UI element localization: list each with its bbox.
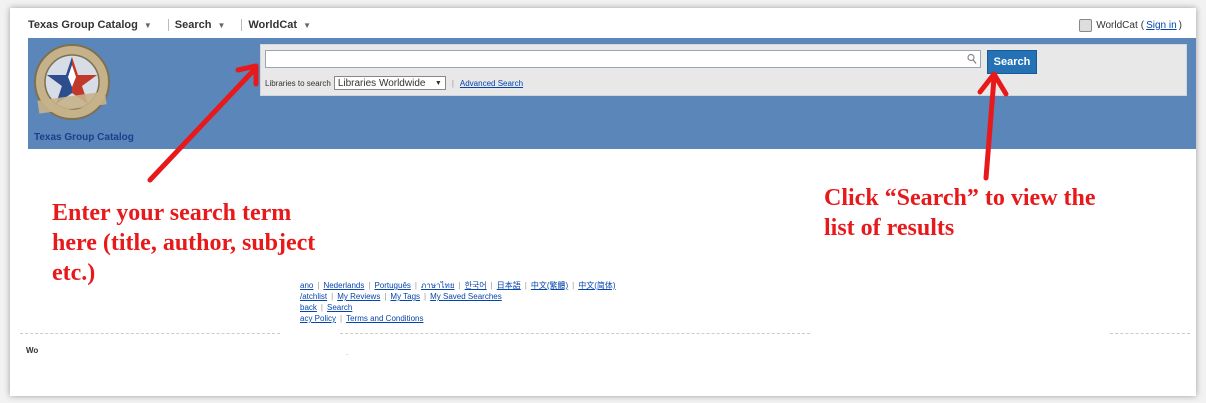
annotation-click-search: Click “Search” to view the list of resul… bbox=[824, 185, 1096, 241]
search-link[interactable]: Search bbox=[327, 303, 352, 312]
account-label: WorldCat bbox=[1096, 19, 1138, 31]
nav-catalog-label: Texas Group Catalog bbox=[28, 19, 138, 31]
worldcat-icon bbox=[1079, 18, 1093, 32]
search-button[interactable]: Search bbox=[987, 50, 1037, 74]
language-link[interactable]: Português bbox=[374, 281, 410, 290]
nav-divider bbox=[167, 19, 169, 31]
chevron-down-icon[interactable]: ▼ bbox=[303, 21, 311, 30]
footer-divider bbox=[20, 333, 280, 334]
footer-divider bbox=[1110, 333, 1190, 334]
chevron-down-icon: ▼ bbox=[434, 79, 442, 87]
footer-dot: . bbox=[346, 348, 349, 357]
libraries-row: Libraries to search Libraries Worldwide … bbox=[265, 75, 523, 91]
language-link[interactable]: 한국어 bbox=[465, 281, 487, 290]
feedback-link[interactable]: back bbox=[300, 303, 317, 312]
help-links: back | Search bbox=[300, 303, 353, 312]
footer-divider bbox=[340, 333, 810, 334]
search-panel: Search Libraries to search Libraries Wor… bbox=[260, 44, 1187, 96]
search-icon bbox=[967, 53, 977, 64]
footer-fragment: Wo bbox=[26, 346, 39, 355]
language-link[interactable]: 日本語 bbox=[497, 281, 521, 290]
header-banner: Texas Group Catalog Search Libraries to … bbox=[28, 38, 1196, 149]
language-link[interactable]: 中文(简体) bbox=[578, 281, 615, 290]
my-saved-searches-link[interactable]: My Saved Searches bbox=[430, 292, 502, 301]
libraries-selected-value: Libraries Worldwide bbox=[337, 77, 426, 89]
top-navigation: Texas Group Catalog ▼ Search ▼ WorldCat ▼ bbox=[28, 13, 1196, 37]
account-area: WorldCat ( Sign in ) bbox=[1079, 13, 1182, 37]
my-tags-link[interactable]: My Tags bbox=[390, 292, 420, 301]
terms-link[interactable]: Terms and Conditions bbox=[346, 314, 423, 323]
paren-close: ) bbox=[1178, 19, 1182, 31]
annotation-enter-search-term: Enter your search term here (title, auth… bbox=[52, 200, 316, 286]
nav-worldcat-label: WorldCat bbox=[248, 19, 298, 31]
account-links: /atchlist | My Reviews | My Tags | My Saved Se… bbox=[300, 292, 502, 301]
texas-group-catalog-logo[interactable] bbox=[32, 40, 112, 124]
paren-open: ( bbox=[1140, 19, 1145, 31]
divider: | bbox=[451, 78, 454, 88]
footer-links: ano | Nederlands | Português | ภาษาไทย | 한국어 | 日本語… bbox=[300, 280, 720, 324]
search-input[interactable] bbox=[265, 50, 981, 68]
nav-search-label: Search bbox=[174, 19, 212, 31]
watchlist-link[interactable]: /atchlist bbox=[300, 292, 327, 301]
my-reviews-link[interactable]: My Reviews bbox=[337, 292, 380, 301]
libraries-select[interactable]: Libraries Worldwide ▼ bbox=[333, 76, 446, 90]
nav-worldcat[interactable]: WorldCat ▼ bbox=[248, 19, 327, 31]
chevron-down-icon[interactable]: ▼ bbox=[217, 21, 225, 30]
advanced-search-link[interactable]: Advanced Search bbox=[460, 79, 523, 88]
language-link[interactable]: 中文(繁體) bbox=[531, 281, 568, 290]
privacy-policy-link[interactable]: acy Policy bbox=[300, 314, 336, 323]
sign-in-link[interactable]: Sign in bbox=[1146, 20, 1177, 31]
nav-search[interactable]: Search ▼ bbox=[175, 19, 242, 31]
language-links: ano | Nederlands | Português | ภาษาไทย | 한국어 | 日本語… bbox=[300, 281, 616, 290]
language-link[interactable]: ภาษาไทย bbox=[421, 281, 455, 290]
libraries-label: Libraries to search bbox=[265, 78, 331, 88]
catalog-name[interactable]: Texas Group Catalog bbox=[34, 132, 134, 143]
chevron-down-icon[interactable]: ▼ bbox=[144, 21, 152, 30]
nav-catalog[interactable]: Texas Group Catalog ▼ bbox=[28, 19, 168, 31]
legal-links: acy Policy | Terms and Conditions bbox=[300, 314, 424, 323]
nav-divider bbox=[241, 19, 243, 31]
